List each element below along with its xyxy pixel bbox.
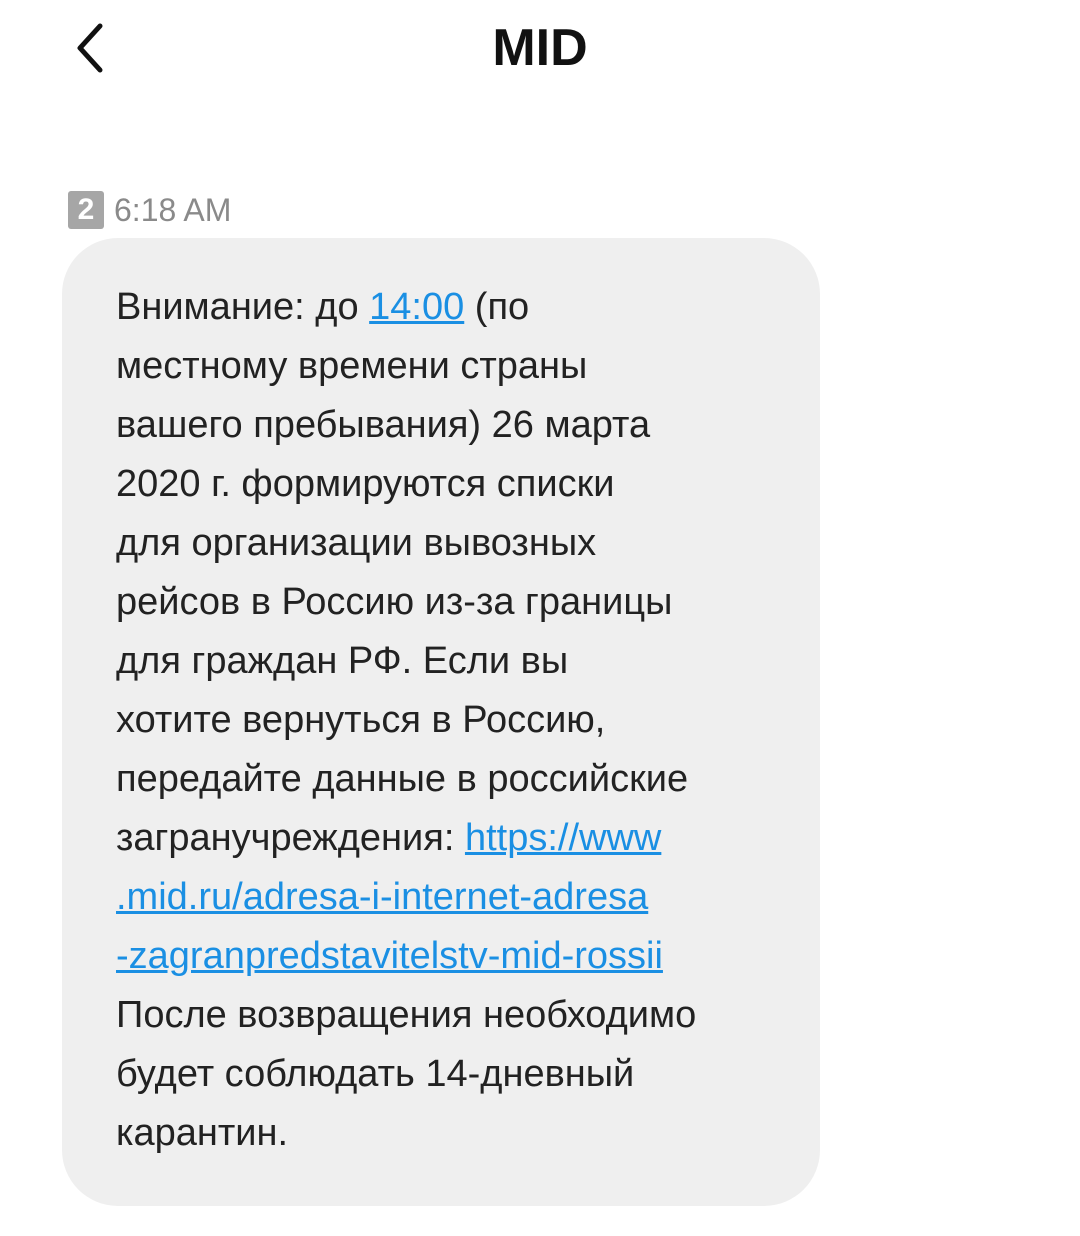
url-link[interactable]: -zagranpredstavitelstv-mid-rossii (116, 935, 663, 977)
message-line: вашего пребывания) 26 марта (116, 404, 651, 446)
url-link[interactable]: .mid.ru/adresa-i-internet-adresa (116, 876, 648, 918)
message-line: рейсов в Россию из-за границы (116, 581, 673, 623)
time-link[interactable]: 14:00 (369, 286, 464, 328)
message-text-segment: Внимание: до (116, 286, 370, 328)
message-line: для граждан РФ. Если вы (116, 640, 569, 682)
message-timestamp: 6:18 AM (114, 191, 232, 228)
message-line: хотите вернуться в Россию, (116, 699, 606, 741)
sim-slot-badge: 2 (68, 191, 104, 229)
message-meta: 2 6:18 AM (68, 190, 231, 230)
message-line: После возвращения необходимо (116, 994, 697, 1036)
message-text-segment: загранучреждения: (116, 817, 465, 859)
message-line: -zagranpredstavitelstv-mid-rossii (116, 927, 816, 986)
message-line: загранучреждения: https://www (116, 809, 816, 868)
message-line: будет соблюдать 14-дневный (116, 1053, 635, 1095)
message-body: Внимание: до 14:00 (по местному времени … (116, 278, 816, 1163)
message-line: местному времени страны (116, 345, 588, 387)
message-line: передайте данные в российские (116, 758, 689, 800)
message-line: .mid.ru/adresa-i-internet-adresa (116, 868, 816, 927)
message-line: 2020 г. формируются списки (116, 463, 615, 505)
message-text-segment: (по (464, 286, 530, 328)
message-line: карантин. (116, 1112, 289, 1154)
message-line: для организации вывозных (116, 522, 597, 564)
url-link[interactable]: https://www (465, 817, 661, 859)
message-bubble[interactable]: Внимание: до 14:00 (по местному времени … (62, 238, 820, 1206)
message-line: Внимание: до 14:00 (по (116, 278, 816, 337)
conversation-title: MID (492, 19, 588, 77)
app-header: MID (0, 0, 1080, 100)
